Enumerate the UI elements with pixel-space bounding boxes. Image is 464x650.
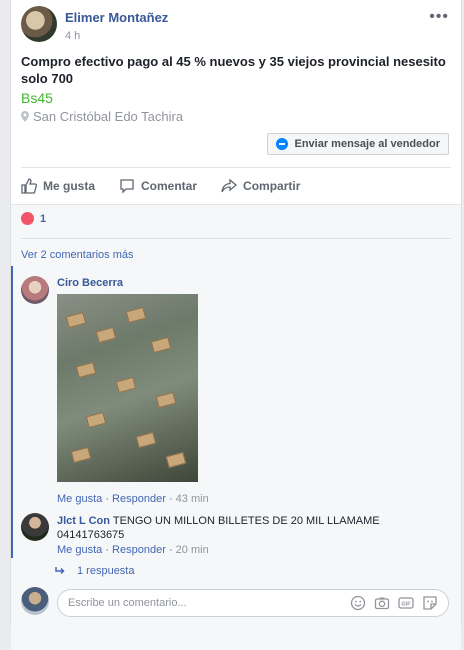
photo-detail bbox=[125, 306, 147, 324]
photo-detail bbox=[70, 446, 92, 464]
view-replies-link[interactable]: 1 respuesta bbox=[55, 565, 134, 577]
svg-text:GIF: GIF bbox=[401, 602, 411, 608]
comment-meta: Me gusta · Responder · 43 min bbox=[57, 493, 209, 505]
author-name[interactable]: Elimer Montañez bbox=[65, 10, 168, 25]
comment-meta: Me gusta · Responder · 20 min bbox=[57, 544, 209, 556]
current-user-avatar bbox=[21, 587, 49, 615]
commenter-avatar[interactable] bbox=[21, 276, 49, 304]
photo-detail bbox=[65, 311, 87, 329]
composer-tools: GIF bbox=[350, 595, 438, 611]
comment-like-link[interactable]: Me gusta bbox=[57, 544, 102, 556]
comment-reply-link[interactable]: Responder bbox=[112, 544, 166, 556]
comment-photo[interactable] bbox=[57, 294, 198, 482]
photo-detail bbox=[75, 361, 97, 379]
gif-icon[interactable]: GIF bbox=[398, 595, 414, 611]
post-card: Elimer Montañez 4 h ••• Compro efectivo … bbox=[10, 0, 462, 650]
post-price: Bs45 bbox=[21, 90, 53, 106]
photo-detail bbox=[85, 411, 107, 429]
photo-detail bbox=[155, 391, 177, 409]
message-seller-button[interactable]: Enviar mensaje al vendedor bbox=[267, 133, 449, 155]
post-actions: Me gusta Comentar Compartir bbox=[21, 173, 451, 199]
commenter-avatar[interactable] bbox=[21, 513, 49, 541]
angry-reaction-icon bbox=[21, 212, 34, 225]
more-options-icon[interactable]: ••• bbox=[429, 8, 449, 26]
meta-separator: · bbox=[105, 544, 109, 556]
divider bbox=[21, 167, 451, 168]
share-icon bbox=[221, 178, 238, 193]
like-button[interactable]: Me gusta bbox=[21, 173, 95, 199]
commenter-name[interactable]: Jlct L Con bbox=[57, 515, 110, 527]
comment-label: Comentar bbox=[141, 179, 198, 193]
comment-input[interactable]: Escribe un comentario... bbox=[68, 597, 350, 609]
messenger-icon bbox=[276, 138, 289, 150]
post-header: Elimer Montañez 4 h ••• bbox=[21, 6, 451, 46]
view-more-comments-link[interactable]: Ver 2 comentarios más bbox=[21, 249, 134, 261]
comment-body: Jlct L Con TENGO UN MILLON BILLETES DE 2… bbox=[57, 514, 442, 542]
post-text: Compro efectivo pago al 45 % nuevos y 35… bbox=[21, 54, 446, 86]
meta-separator: · bbox=[105, 493, 109, 505]
photo-detail bbox=[95, 326, 117, 344]
photo-detail bbox=[165, 451, 187, 469]
location-text: San Cristóbal Edo Tachira bbox=[33, 109, 184, 124]
meta-separator: · bbox=[168, 493, 173, 505]
photo-detail bbox=[135, 431, 157, 449]
like-label: Me gusta bbox=[43, 179, 96, 193]
replies-count: 1 respuesta bbox=[77, 565, 135, 577]
reactions-summary[interactable]: 1 bbox=[21, 212, 46, 225]
divider bbox=[21, 238, 451, 239]
comment-composer[interactable]: Escribe un comentario... GIF bbox=[57, 589, 449, 617]
commenter-name[interactable]: Ciro Becerra bbox=[57, 277, 123, 289]
thumbs-up-icon bbox=[21, 178, 37, 194]
comment-reply-link[interactable]: Responder bbox=[112, 493, 166, 505]
camera-icon[interactable] bbox=[374, 595, 390, 611]
location-pin-icon bbox=[21, 111, 29, 122]
comment-time[interactable]: 43 min bbox=[176, 493, 209, 505]
comment-button[interactable]: Comentar bbox=[119, 173, 197, 199]
share-button[interactable]: Compartir bbox=[221, 173, 300, 199]
sticker-icon[interactable] bbox=[422, 595, 438, 611]
meta-separator: · bbox=[168, 544, 173, 556]
message-seller-label: Enviar mensaje al vendedor bbox=[294, 138, 440, 150]
post-location: San Cristóbal Edo Tachira bbox=[21, 109, 183, 124]
comment-icon bbox=[120, 179, 134, 194]
comment-time[interactable]: 20 min bbox=[176, 544, 209, 556]
share-label: Compartir bbox=[243, 179, 301, 193]
comment-like-link[interactable]: Me gusta bbox=[57, 493, 102, 505]
emoji-icon[interactable] bbox=[350, 595, 366, 611]
author-avatar[interactable] bbox=[21, 6, 57, 42]
photo-detail bbox=[115, 376, 137, 394]
highlight-rail bbox=[11, 266, 13, 558]
reply-arrow-icon bbox=[55, 567, 65, 575]
photo-detail bbox=[150, 336, 172, 354]
reactions-count: 1 bbox=[40, 212, 47, 225]
post-time[interactable]: 4 h bbox=[65, 30, 80, 42]
